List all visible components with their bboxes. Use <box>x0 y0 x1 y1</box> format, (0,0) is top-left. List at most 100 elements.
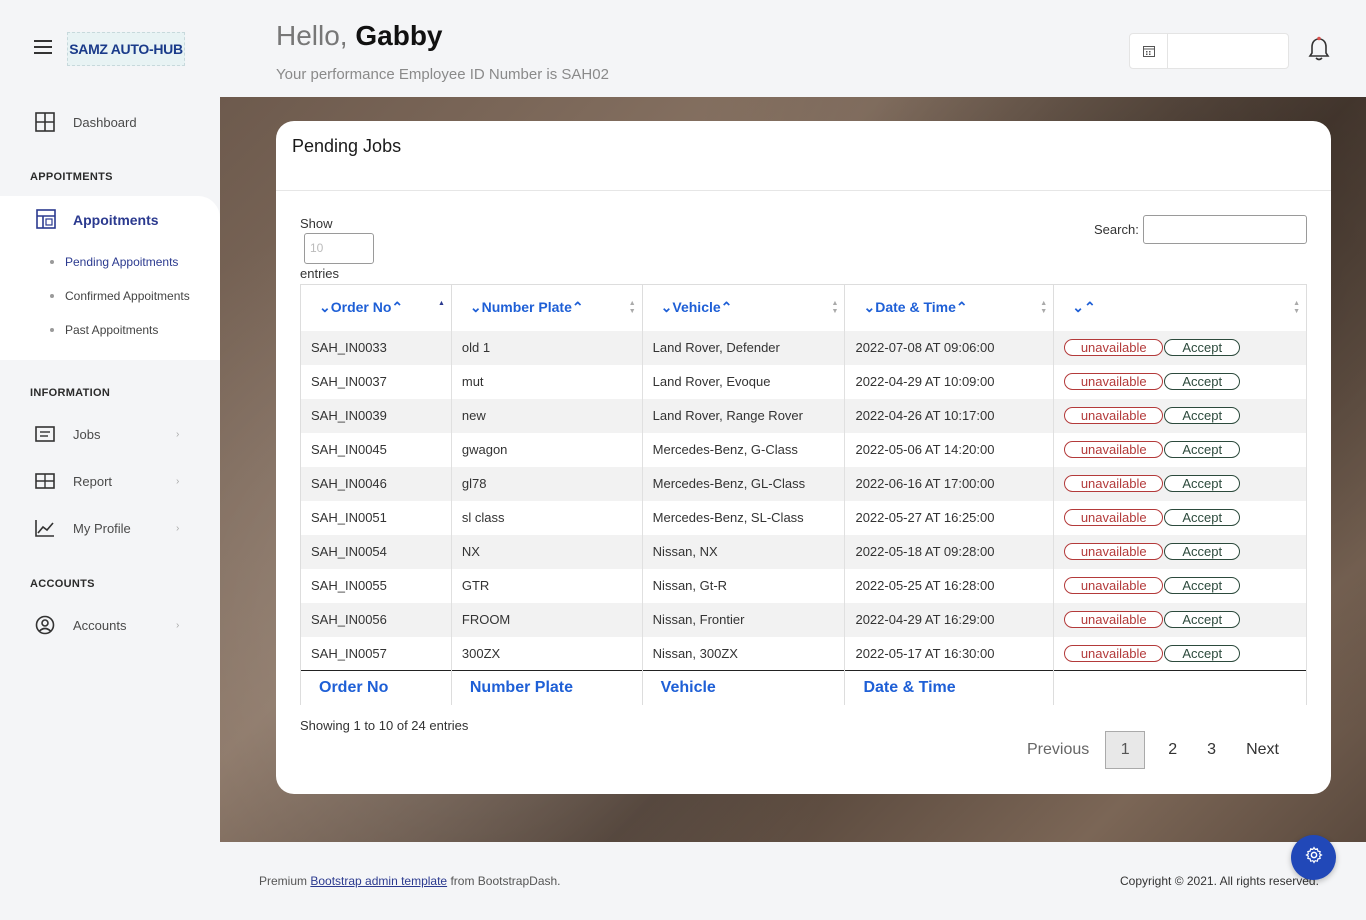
layout-icon <box>36 209 58 231</box>
unavailable-button[interactable]: unavailable <box>1064 339 1164 356</box>
cell-order: SAH_IN0046 <box>300 466 452 501</box>
footer-header-vehicle: Vehicle <box>641 670 845 705</box>
footer-header-date: Date & Time <box>844 670 1054 705</box>
section-title-accounts: ACCOUNTS <box>30 578 95 590</box>
calendar-icon[interactable] <box>1130 34 1168 68</box>
unavailable-button[interactable]: unavailable <box>1064 441 1164 458</box>
appointments-group: Appoitments Pending Appoitments Confirme… <box>0 196 220 360</box>
sidebar-item-label: Jobs <box>73 426 101 442</box>
accept-button[interactable]: Accept <box>1164 339 1241 356</box>
column-header-vehicle[interactable]: ⌄Vehicle⌃ ▲ ▼ <box>641 284 845 331</box>
jobs-table: ⌄Order No⌃ ▲ ⌄Number Plate⌃ ▲ ▼ ⌄Vehicle⌃ ▲ ▼… <box>300 284 1307 705</box>
date-input[interactable] <box>1168 34 1288 68</box>
unavailable-button[interactable]: unavailable <box>1064 577 1164 594</box>
menu-toggle-icon[interactable] <box>34 40 52 54</box>
unavailable-button[interactable]: unavailable <box>1064 644 1164 662</box>
page-button-3[interactable]: 3 <box>1192 741 1231 759</box>
column-header-actions[interactable]: ⌄⌃ ▲ ▼ <box>1053 284 1307 331</box>
search-input[interactable] <box>1143 215 1307 244</box>
cell-order: SAH_IN0039 <box>300 398 452 433</box>
sidebar-subitem-past[interactable]: Past Appoitments <box>50 323 158 337</box>
footer-suffix: from BootstrapDash. <box>450 874 561 888</box>
unavailable-button[interactable]: unavailable <box>1064 407 1164 424</box>
sidebar-subitem-pending[interactable]: Pending Appoitments <box>50 255 178 269</box>
date-picker[interactable] <box>1129 33 1289 69</box>
unavailable-button[interactable]: unavailable <box>1064 611 1164 628</box>
sidebar-item-label: Accounts <box>73 617 127 633</box>
accept-button[interactable]: Accept <box>1164 611 1241 628</box>
footer-link[interactable]: Bootstrap admin template <box>310 874 447 888</box>
sidebar-item-label: My Profile <box>73 520 131 536</box>
document-icon <box>34 423 56 445</box>
bullet-icon <box>50 294 54 298</box>
sidebar-item-label: Appoitments <box>73 212 159 228</box>
cell-date: 2022-04-29 AT 16:29:00 <box>844 602 1054 637</box>
accept-button[interactable]: Accept <box>1164 407 1241 424</box>
cell-date: 2022-05-06 AT 14:20:00 <box>844 432 1054 467</box>
footer-header-plate: Number Plate <box>450 670 643 705</box>
previous-button[interactable]: Previous <box>1012 741 1105 759</box>
sort-icon: ▲ ▼ <box>1040 300 1048 315</box>
cell-plate: NX <box>450 534 643 569</box>
table-row: SAH_IN0039 new Land Rover, Range Rover 2… <box>300 398 1307 433</box>
footer-header-actions <box>1053 670 1307 705</box>
chevron-right-icon: › <box>176 619 180 631</box>
accept-button[interactable]: Accept <box>1164 577 1241 594</box>
sort-icon: ▲ ▼ <box>628 300 636 315</box>
cell-actions: unavailable Accept <box>1053 636 1307 671</box>
sidebar-item-jobs[interactable]: Jobs › <box>34 423 179 445</box>
cell-date: 2022-06-16 AT 17:00:00 <box>844 466 1054 501</box>
cell-plate: old 1 <box>450 330 643 365</box>
next-button[interactable]: Next <box>1231 741 1294 759</box>
settings-button[interactable] <box>1291 835 1336 880</box>
page-button-2[interactable]: 2 <box>1153 741 1192 759</box>
accept-button[interactable]: Accept <box>1164 475 1241 492</box>
accept-button[interactable]: Accept <box>1164 441 1241 458</box>
accept-button[interactable]: Accept <box>1164 509 1241 526</box>
sidebar-item-dashboard[interactable]: Dashboard <box>34 111 137 133</box>
cell-plate: FROOM <box>450 602 643 637</box>
cell-plate: new <box>450 398 643 433</box>
unavailable-button[interactable]: unavailable <box>1064 543 1164 560</box>
pagination: Previous 1 2 3 Next <box>1012 731 1294 769</box>
table-info: Showing 1 to 10 of 24 entries <box>300 718 469 733</box>
sort-icon: ▲ ▼ <box>831 300 839 315</box>
cell-date: 2022-05-25 AT 16:28:00 <box>844 568 1054 603</box>
greeting: Hello, Gabby <box>276 20 443 52</box>
unavailable-button[interactable]: unavailable <box>1064 373 1164 390</box>
user-name: Gabby <box>355 20 443 51</box>
entries-label: entries <box>300 266 340 281</box>
entries-select[interactable]: 10 <box>304 233 374 264</box>
bell-icon[interactable] <box>1308 36 1332 64</box>
page-button-1[interactable]: 1 <box>1105 731 1146 769</box>
user-circle-icon <box>34 614 56 636</box>
bullet-icon <box>50 328 54 332</box>
column-header-label: Number Plate <box>481 299 572 316</box>
accept-button[interactable]: Accept <box>1164 373 1241 390</box>
accept-button[interactable]: Accept <box>1164 543 1241 560</box>
sidebar-subitem-confirmed[interactable]: Confirmed Appoitments <box>50 289 190 303</box>
column-header-label: Order No <box>330 299 392 316</box>
sidebar-item-profile[interactable]: My Profile › <box>34 517 179 539</box>
footer-credit: Premium Bootstrap admin template from Bo… <box>259 874 561 888</box>
accept-button[interactable]: Accept <box>1164 644 1241 662</box>
cell-vehicle: Mercedes-Benz, SL-Class <box>641 500 845 535</box>
card-title: Pending Jobs <box>292 136 402 156</box>
sidebar-item-appointments[interactable]: Appoitments <box>36 209 159 231</box>
greeting-prefix: Hello, <box>276 20 348 51</box>
column-header-plate[interactable]: ⌄Number Plate⌃ ▲ ▼ <box>450 284 643 331</box>
cell-date: 2022-05-18 AT 09:28:00 <box>844 534 1054 569</box>
sidebar-item-report[interactable]: Report › <box>34 470 179 492</box>
table-row: SAH_IN0033 old 1 Land Rover, Defender 20… <box>300 330 1307 365</box>
cell-order: SAH_IN0055 <box>300 568 452 603</box>
divider <box>276 190 1331 191</box>
table-row: SAH_IN0037 mut Land Rover, Evoque 2022-0… <box>300 364 1307 399</box>
sidebar-item-accounts[interactable]: Accounts › <box>34 614 179 636</box>
show-label: Show <box>300 216 333 231</box>
cell-plate: sl class <box>450 500 643 535</box>
unavailable-button[interactable]: unavailable <box>1064 475 1164 492</box>
unavailable-button[interactable]: unavailable <box>1064 509 1164 526</box>
column-header-date[interactable]: ⌄Date & Time⌃ ▲ ▼ <box>844 284 1054 331</box>
column-header-order[interactable]: ⌄Order No⌃ ▲ <box>300 284 452 331</box>
logo[interactable]: SAMZ AUTO-HUB <box>67 32 185 66</box>
